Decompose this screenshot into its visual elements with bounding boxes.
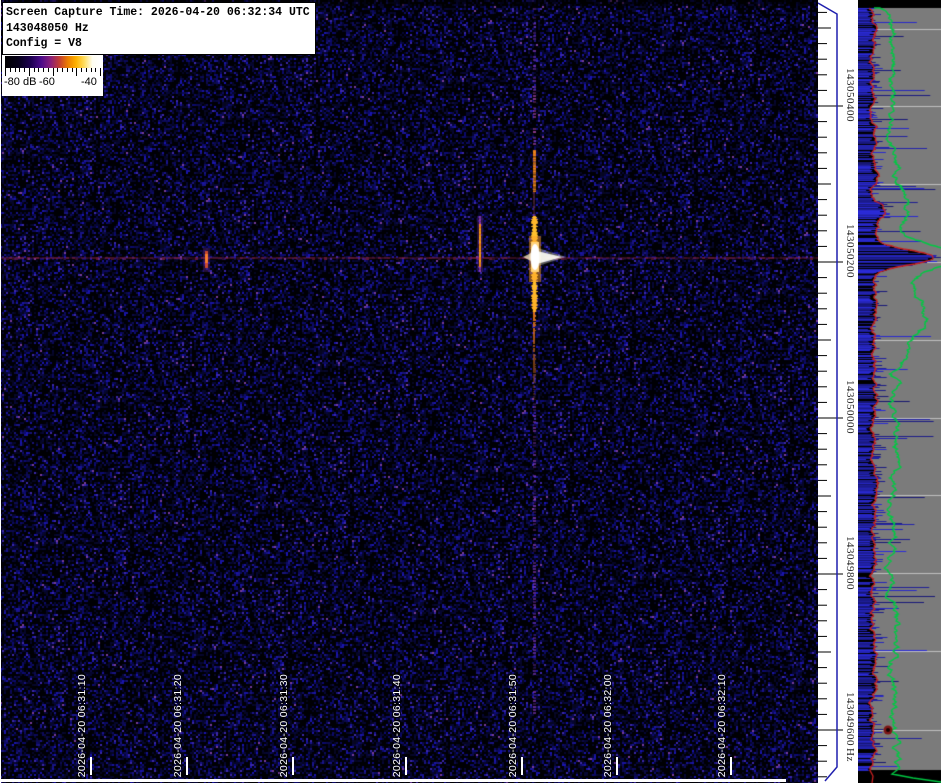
legend-tick <box>85 68 87 72</box>
capture-frequency-text: 143048050 Hz <box>6 21 89 35</box>
time-label: 2026-04-20 06:31:50 <box>507 673 519 777</box>
spectrum-panel[interactable] <box>858 0 941 783</box>
left-border-line <box>0 0 1 783</box>
legend-tick <box>28 68 30 76</box>
time-tick <box>730 757 732 775</box>
waterfall-spectrogram[interactable] <box>0 0 818 783</box>
capture-info-box: Screen Capture Time: 2026-04-20 06:32:34… <box>2 2 316 55</box>
time-tick <box>90 757 92 775</box>
legend-tick <box>95 68 97 72</box>
legend-tick <box>66 68 68 72</box>
spectrogram-app: 2026-04-20 06:31:10 2026-04-20 06:31:20 20… <box>0 0 941 783</box>
legend-tick <box>38 68 40 72</box>
legend-tick <box>33 68 35 72</box>
color-gradient-bar <box>5 56 100 68</box>
legend-tick <box>43 68 44 72</box>
frequency-unit-label: Hz <box>844 748 856 762</box>
legend-tick <box>19 68 21 72</box>
time-label: 2026-04-20 06:31:40 <box>391 673 403 777</box>
time-label: 2026-04-20 06:31:30 <box>278 673 290 777</box>
legend-tick <box>5 68 6 76</box>
legend-tick <box>90 68 92 72</box>
frequency-label: 143050400 <box>844 68 856 122</box>
time-label: 2026-04-20 06:32:10 <box>716 673 728 777</box>
config-text: Config = V8 <box>6 37 82 50</box>
frequency-scale[interactable]: 143050400 143050200 143050000 143049800 1430… <box>818 0 858 783</box>
legend-tick <box>52 68 54 76</box>
legend-tick <box>76 68 78 76</box>
time-tick <box>186 757 188 775</box>
legend-tick <box>81 68 82 72</box>
legend-tick <box>57 68 59 72</box>
frequency-label: 143050200 <box>844 224 856 278</box>
legend-tick <box>9 68 11 72</box>
time-label: 2026-04-20 06:31:20 <box>172 673 184 777</box>
legend-tick <box>100 68 101 76</box>
time-tick <box>521 757 523 775</box>
time-label: 2026-04-20 06:31:10 <box>76 673 88 777</box>
time-tick <box>292 757 294 775</box>
bottom-border-line <box>0 779 786 782</box>
time-label: 2026-04-20 06:32:00 <box>602 673 614 777</box>
legend-db-labels: -80 dB -60 -40 <box>2 76 103 92</box>
scale-bracket-line <box>818 2 838 782</box>
legend-tick <box>47 68 49 72</box>
legend-db-label: -40 <box>81 76 97 88</box>
time-tick <box>405 757 407 775</box>
legend-db-label: -60 <box>39 76 55 88</box>
capture-time-text: Screen Capture Time: 2026-04-20 06:32:34… <box>6 6 310 19</box>
legend-tick <box>71 68 73 72</box>
color-scale-legend: -80 dB -60 -40 <box>2 55 103 96</box>
frequency-label: 143049800 <box>844 536 856 590</box>
legend-tick <box>24 68 25 72</box>
frequency-label: 143049600 <box>844 692 856 746</box>
legend-tick <box>14 68 16 72</box>
legend-db-label: -80 dB <box>4 76 37 88</box>
time-tick <box>616 757 618 775</box>
legend-tick <box>62 68 63 72</box>
frequency-label: 143050000 <box>844 380 856 434</box>
